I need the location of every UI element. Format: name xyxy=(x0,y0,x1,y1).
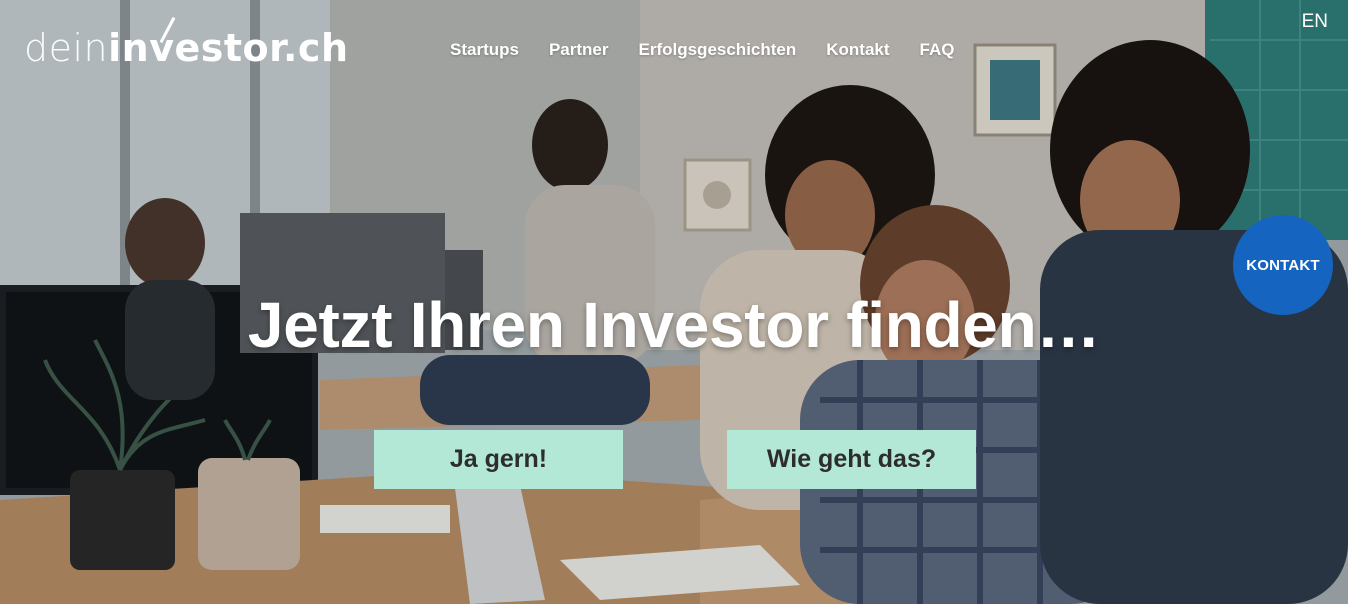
nav-link-faq[interactable]: FAQ xyxy=(920,40,955,60)
logo-text-bold: investor.ch xyxy=(108,26,349,70)
nav-link-kontakt[interactable]: Kontakt xyxy=(826,40,889,60)
nav-link-partner[interactable]: Partner xyxy=(549,40,609,60)
nav-link-startups[interactable]: Startups xyxy=(450,40,519,60)
ja-gern-button[interactable]: Ja gern! xyxy=(374,430,623,489)
site-logo[interactable]: deininvestor.ch xyxy=(24,28,349,68)
hero-headline: Jetzt Ihren Investor finden… xyxy=(247,289,1101,361)
wie-geht-das-button[interactable]: Wie geht das? xyxy=(727,430,976,489)
logo-text-light: dein xyxy=(24,26,109,70)
main-navigation: Startups Partner Erfolgsgeschichten Kont… xyxy=(450,40,955,60)
language-switch-en[interactable]: EN xyxy=(1302,11,1328,33)
nav-link-erfolgsgeschichten[interactable]: Erfolgsgeschichten xyxy=(639,40,797,60)
